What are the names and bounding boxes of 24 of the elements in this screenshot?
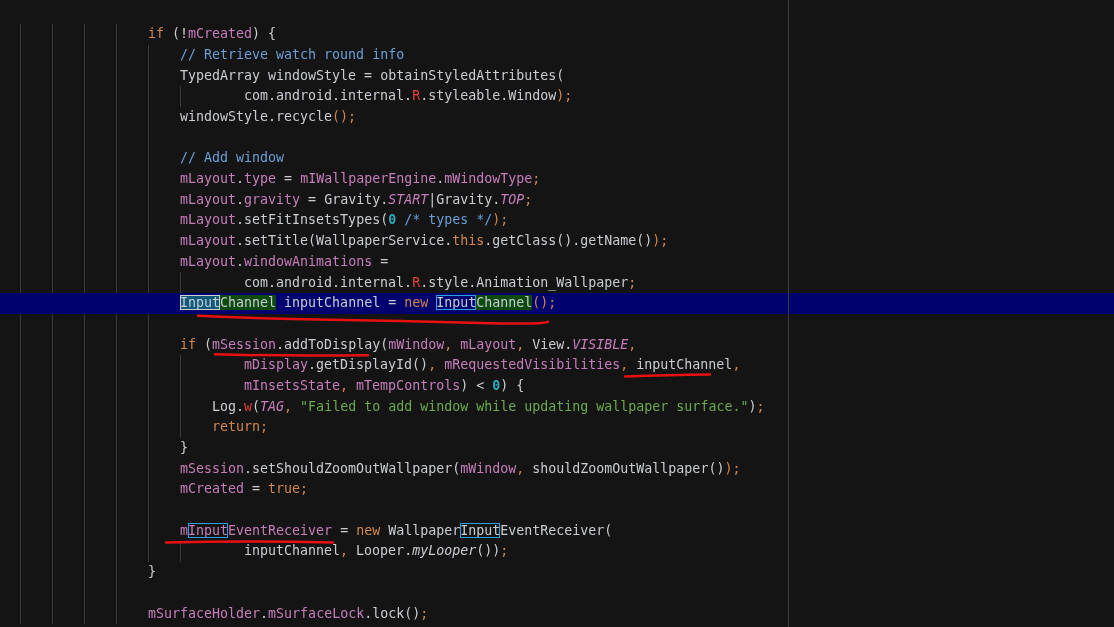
code-line: inputChannel, Looper.myLooper()); — [244, 543, 509, 560]
code-line: Log.w(TAG, "Failed to add window while updating wallpaper surface."); — [212, 398, 765, 415]
code-line: if (!mCreated) { — [148, 26, 277, 43]
code-line: InputChannel inputChannel = new InputChannel(); — [180, 295, 557, 312]
code-line: mCreated = true; — [180, 481, 309, 498]
code-line: mLayout.type = mIWallpaperEngine.mWindowType; — [180, 171, 541, 188]
code-line: } — [148, 564, 156, 581]
code-line: if (mSession.addToDisplay(mWindow, mLayout, View.VISIBLE, — [180, 336, 637, 353]
code-line: mSession.setShouldZoomOutWallpaper(mWindow, shouldZoomOutWallpaper()); — [180, 460, 741, 477]
code-line: mLayout.gravity = Gravity.START|Gravity.TOP; — [180, 191, 533, 208]
code-line: } — [180, 440, 188, 457]
code-line: mDisplay.getDisplayId(), mRequestedVisibilities, inputChannel, — [244, 357, 741, 374]
code-line: mLayout.setTitle(WallpaperService.this.getClass().getName()); — [180, 233, 669, 250]
code-line: // Add window — [180, 150, 285, 167]
code-line: windowStyle.recycle(); — [180, 109, 357, 126]
code-line: mInsetsState, mTempControls) < 0) { — [244, 378, 525, 394]
code-line: com.android.internal.R.style.Animation_Wallpaper; — [244, 274, 637, 291]
code-line: // Retrieve watch round info — [180, 47, 405, 63]
code-line: mSurfaceHolder.mSurfaceLock.lock(); — [148, 605, 429, 622]
code-line: TypedArray windowStyle = obtainStyledAttributes( — [180, 67, 565, 84]
code-line: mLayout.setFitInsetsTypes(0 /* types */); — [180, 212, 509, 229]
code-line: return; — [212, 419, 269, 436]
code-line: mLayout.windowAnimations = — [180, 253, 389, 270]
code-line: com.android.internal.R.styleable.Window); — [244, 88, 573, 105]
